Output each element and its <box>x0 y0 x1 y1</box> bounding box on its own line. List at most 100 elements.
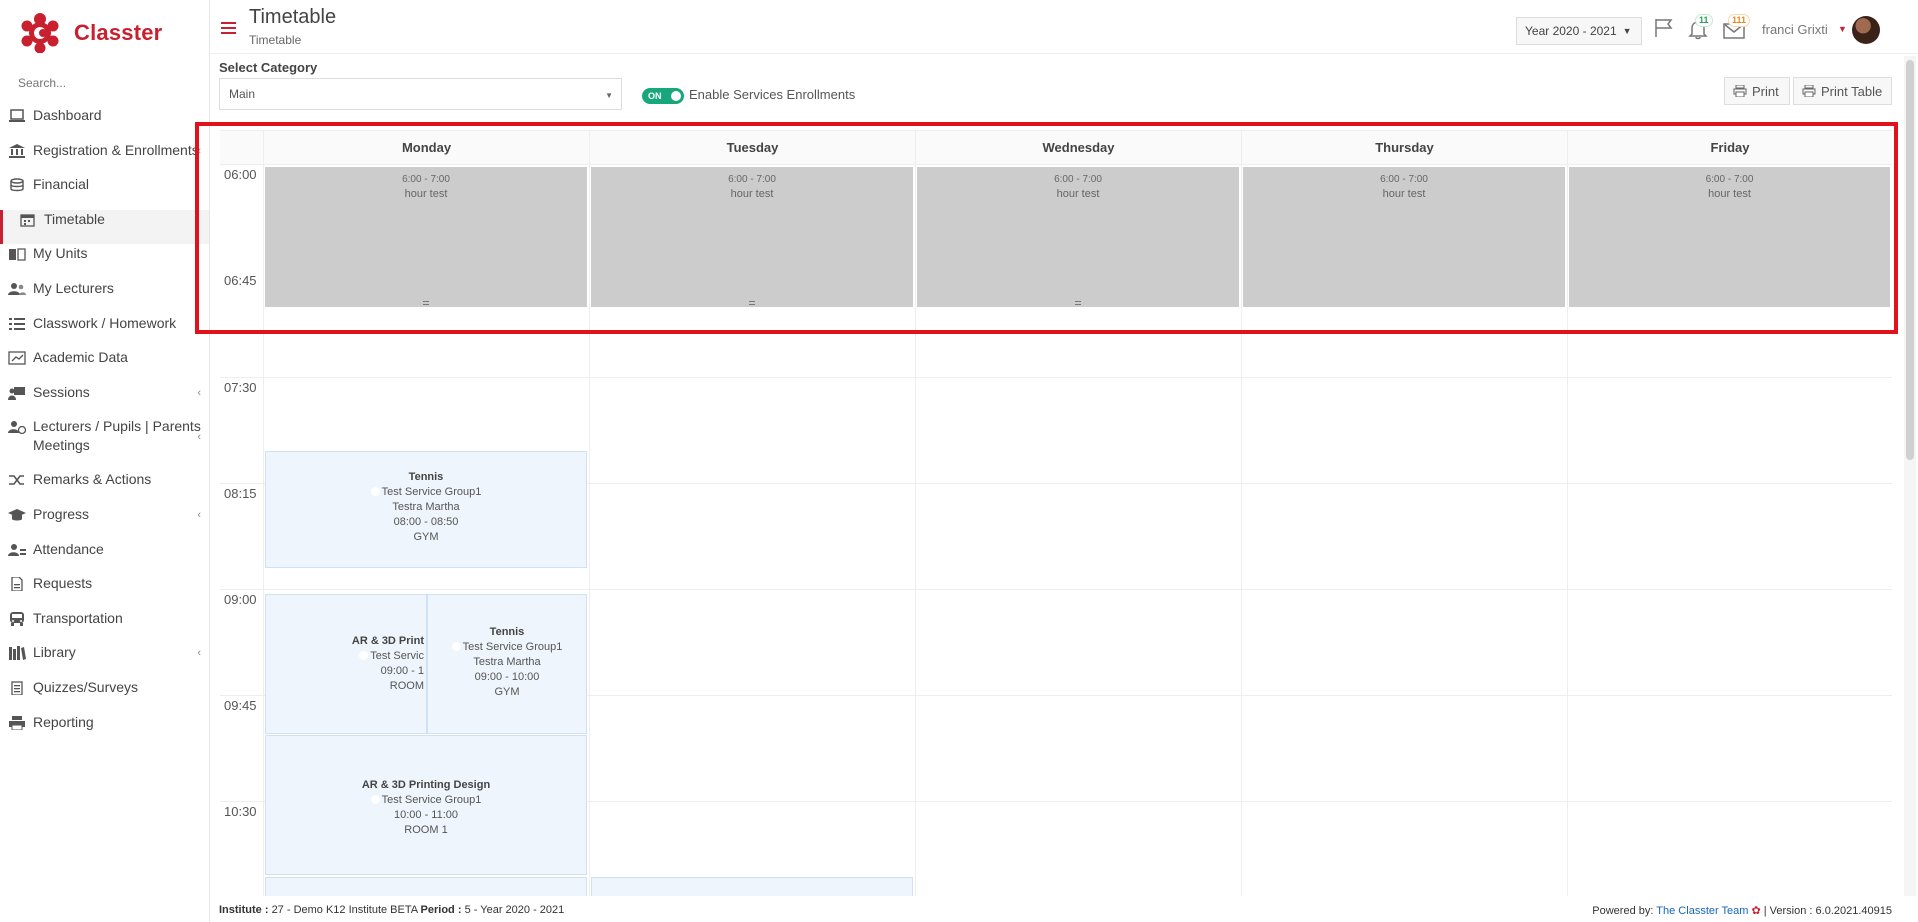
printer-icon <box>1733 85 1747 97</box>
year-select[interactable]: Year 2020 - 2021 ▼ <box>1516 17 1642 45</box>
sidebar-item-attendance[interactable]: Attendance <box>0 540 209 575</box>
brand-name: Classter <box>74 20 163 45</box>
event-room: ROOM 1 <box>404 824 448 836</box>
version-value: 6.0.2021.40915 <box>1815 905 1892 917</box>
event-card[interactable]: Tennis Test Service Group1 Testra Martha… <box>265 451 587 568</box>
sidebar-nav: Dashboard Registration & Enrollments ‹ F… <box>0 106 209 747</box>
scrollbar-thumb[interactable] <box>1906 60 1914 460</box>
category-select[interactable]: Main ▼ <box>219 78 622 110</box>
time-label: 06:45 <box>224 273 257 288</box>
event-time: 09:00 - 10:00 <box>474 671 540 683</box>
resize-handle-icon[interactable] <box>1075 301 1081 305</box>
event-group: Test Service Group1 <box>381 794 482 806</box>
footer-institute: Institute : 27 - Demo K12 Institute BETA… <box>219 904 564 916</box>
sidebar-item-reporting[interactable]: Reporting <box>0 713 209 748</box>
sidebar-item-timetable[interactable]: Timetable <box>0 209 209 245</box>
footer-powered: Powered by: The Classter Team ✿ | Versio… <box>1592 904 1892 917</box>
footer: Institute : 27 - Demo K12 Institute BETA… <box>211 898 1918 922</box>
scrollbar[interactable] <box>1904 56 1916 896</box>
print-table-button[interactable]: Print Table <box>1793 77 1892 105</box>
user-name[interactable]: franci Grixti <box>1762 22 1828 37</box>
status-dot-icon <box>451 642 461 651</box>
caret-down-icon[interactable]: ▼ <box>1838 24 1847 34</box>
print-button-label: Print <box>1752 83 1779 99</box>
sidebar-item-my-units[interactable]: My Units <box>0 244 209 279</box>
blocked-slot-monday[interactable]: 6:00 - 7:00 hour test <box>265 167 587 307</box>
blocked-slot-friday[interactable]: 6:00 - 7:00 hour test <box>1569 167 1890 307</box>
day-header-friday: Friday <box>1567 131 1892 165</box>
toggle-label: Enable Services Enrollments <box>689 87 856 102</box>
list-icon <box>9 317 25 330</box>
sidebar-item-label: Academic Data <box>33 349 128 366</box>
classter-team-link[interactable]: The Classter Team <box>1656 905 1748 917</box>
event-group: Test Service Group1 <box>462 641 563 653</box>
hamburger-menu-icon[interactable] <box>221 22 236 34</box>
sidebar-item-quizzes[interactable]: Quizzes/Surveys <box>0 678 209 713</box>
year-select-value: Year 2020 - 2021 <box>1525 24 1617 38</box>
sidebar-item-transportation[interactable]: Transportation <box>0 609 209 644</box>
event-card[interactable] <box>265 877 587 896</box>
brand[interactable]: Classter <box>0 0 209 66</box>
timetable-grid: Monday Tuesday Wednesday Thursday Friday… <box>220 130 1892 896</box>
caret-down-icon: ▼ <box>1622 26 1632 36</box>
printer-icon <box>1802 85 1816 97</box>
event-group: Test Servic <box>370 650 424 662</box>
event-time: 10:00 - 11:00 <box>393 809 458 821</box>
sidebar: Classter Dashboard Registration & Enroll… <box>0 0 210 922</box>
time-label: 10:30 <box>224 804 257 819</box>
blocked-slot-time: 6:00 - 7:00 <box>402 174 450 185</box>
powered-by-label: Powered by: <box>1592 905 1654 917</box>
search-input[interactable] <box>18 76 198 90</box>
avatar[interactable] <box>1852 16 1880 44</box>
blocked-slot-time: 6:00 - 7:00 <box>728 174 776 185</box>
event-title: AR & 3D Printing Design <box>361 779 491 791</box>
event-card[interactable] <box>591 877 913 896</box>
sidebar-item-progress[interactable]: Progress ‹ <box>0 505 209 540</box>
resize-handle-icon[interactable] <box>749 301 755 305</box>
sidebar-item-library[interactable]: Library ‹ <box>0 643 209 678</box>
event-card[interactable]: Tennis Test Service Group1 Testra Martha… <box>427 594 587 734</box>
sidebar-item-academic-data[interactable]: Academic Data <box>0 348 209 383</box>
flag-icon[interactable] <box>1653 18 1675 38</box>
blocked-slot-name: hour test <box>1382 188 1426 200</box>
blocked-slot-time: 6:00 - 7:00 <box>1380 174 1428 185</box>
blocked-slot-thursday[interactable]: 6:00 - 7:00 hour test <box>1243 167 1565 307</box>
event-card[interactable]: AR & 3D Print Test Servic 09:00 - 1 ROOM <box>265 594 427 734</box>
sidebar-item-my-lecturers[interactable]: My Lecturers <box>0 279 209 314</box>
sidebar-item-requests[interactable]: Requests <box>0 574 209 609</box>
blocked-slot-name: hour test <box>1056 188 1100 200</box>
chevron-left-icon: ‹ <box>197 647 201 660</box>
app-root: Classter Dashboard Registration & Enroll… <box>0 0 1918 922</box>
sidebar-item-dashboard[interactable]: Dashboard <box>0 106 209 141</box>
print-button[interactable]: Print <box>1724 77 1790 105</box>
time-label: 06:00 <box>224 167 257 182</box>
chevron-left-icon: ‹ <box>197 144 201 157</box>
sidebar-item-label: Reporting <box>33 713 94 730</box>
blocked-slot-time: 6:00 - 7:00 <box>1054 174 1102 185</box>
status-dot-icon <box>370 795 380 804</box>
chevron-left-icon: ‹ <box>197 386 201 399</box>
day-header-thursday: Thursday <box>1241 131 1567 165</box>
sidebar-item-sessions[interactable]: Sessions ‹ <box>0 383 209 418</box>
time-label: 09:45 <box>224 698 257 713</box>
resize-handle-icon[interactable] <box>423 301 429 305</box>
sidebar-item-classwork[interactable]: Classwork / Homework <box>0 314 209 349</box>
slot-divider <box>220 589 1892 590</box>
services-enrollment-toggle[interactable]: ON <box>642 88 684 104</box>
sidebar-item-meetings[interactable]: Lecturers / Pupils | Parents Meetings ‹ <box>0 417 209 470</box>
blocked-slot-tuesday[interactable]: 6:00 - 7:00 hour test <box>591 167 913 307</box>
blocked-slot-wednesday[interactable]: 6:00 - 7:00 hour test <box>917 167 1239 307</box>
sidebar-item-remarks[interactable]: Remarks & Actions <box>0 470 209 505</box>
event-lecturer: Testra Martha <box>473 656 541 668</box>
event-room: GYM <box>413 531 439 543</box>
institute-value: 27 - Demo K12 Institute BETA <box>271 904 418 916</box>
sidebar-item-label: Lecturers / Pupils | Parents Meetings <box>33 418 201 454</box>
graduation-cap-icon <box>8 508 26 521</box>
column-divider <box>1241 131 1242 896</box>
event-title: Tennis <box>489 626 525 638</box>
event-card[interactable]: AR & 3D Printing Design Test Service Gro… <box>265 735 587 875</box>
sidebar-item-label: My Units <box>33 245 88 262</box>
time-label: 09:00 <box>224 592 257 607</box>
sidebar-item-registration[interactable]: Registration & Enrollments ‹ <box>0 141 209 176</box>
sidebar-item-financial[interactable]: Financial <box>0 175 209 210</box>
